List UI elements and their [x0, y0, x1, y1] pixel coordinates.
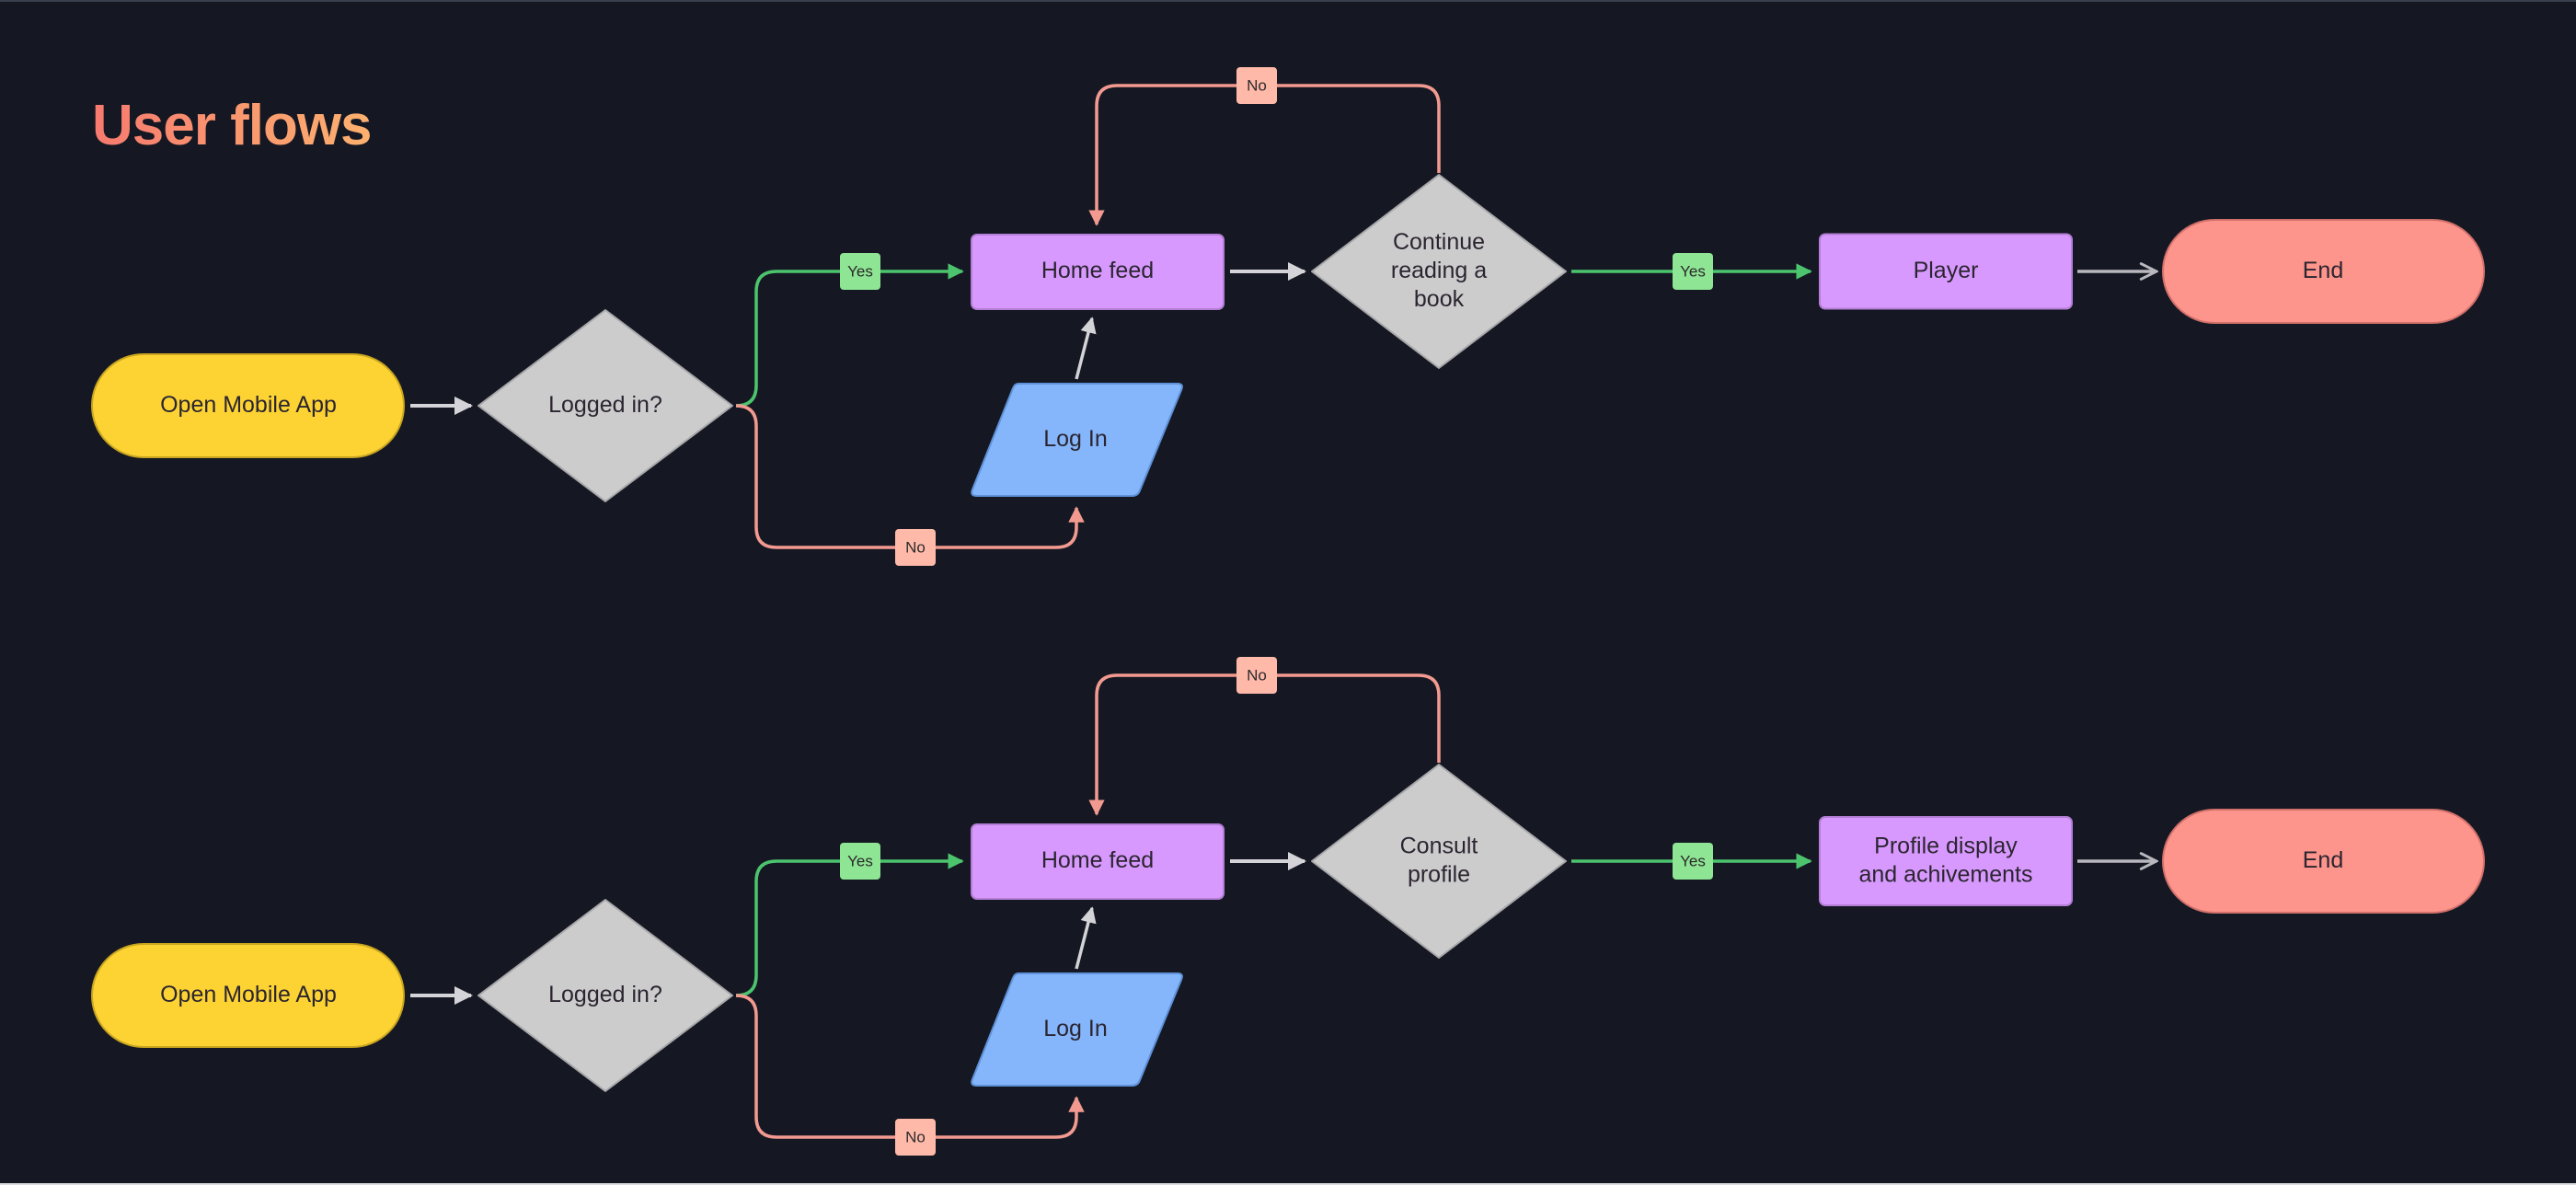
yes-badge-result-text: Yes [1680, 852, 1706, 869]
start-node[interactable]: Open Mobile App [91, 353, 405, 458]
home-feed-label: Home feed [1041, 258, 1154, 283]
result-node[interactable]: Profile display and achivements [1819, 816, 2073, 906]
decision-logged-in[interactable]: Logged in? [477, 899, 733, 1092]
yes-badge[interactable]: Yes [840, 253, 880, 290]
home-feed-node[interactable]: Home feed [971, 234, 1225, 310]
end-node-label: End [2303, 847, 2343, 873]
decision-logged-in[interactable]: Logged in? [477, 309, 733, 502]
login-label: Log In [1043, 426, 1108, 452]
no-loop-badge[interactable]: No [1236, 67, 1277, 104]
connector-login-to-home [1075, 906, 1097, 970]
home-feed-node[interactable]: Home feed [971, 823, 1225, 900]
login-label: Log In [1043, 1016, 1108, 1041]
connector-login-to-home [1075, 316, 1097, 380]
no-badge[interactable]: No [895, 1119, 936, 1156]
start-node[interactable]: Open Mobile App [91, 943, 405, 1048]
yes-badge[interactable]: Yes [840, 843, 880, 880]
login-node[interactable]: Log In [971, 972, 1183, 1087]
yes-badge-text: Yes [847, 262, 873, 280]
yes-badge-result[interactable]: Yes [1673, 253, 1713, 290]
connector-yes-to-home [735, 263, 964, 408]
decision-secondary[interactable]: Continue reading a book [1311, 174, 1567, 369]
start-node-label: Open Mobile App [160, 982, 337, 1007]
start-node-label: Open Mobile App [160, 392, 337, 418]
no-loop-badge-text: No [1247, 666, 1267, 684]
no-badge-text: No [905, 538, 926, 556]
end-node-label: End [2303, 258, 2343, 283]
flow-row-2: Open Mobile App Logged in? Home feed Log In… [91, 657, 2485, 1156]
decision-logged-in-label: Logged in? [548, 392, 662, 418]
end-node[interactable]: End [2162, 219, 2485, 324]
connector-yes-to-home [735, 853, 964, 997]
no-badge-text: No [905, 1128, 926, 1145]
no-badge[interactable]: No [895, 529, 936, 566]
yes-badge-result[interactable]: Yes [1673, 843, 1713, 880]
home-feed-label: Home feed [1041, 847, 1154, 873]
no-loop-badge-text: No [1247, 76, 1267, 94]
flowchart-canvas: Open Mobile App Logged in? Home feed Log In… [91, 67, 2485, 1156]
decision-secondary[interactable]: Consult profile [1311, 764, 1567, 959]
login-node[interactable]: Log In [971, 383, 1183, 497]
yes-badge-result-text: Yes [1680, 262, 1706, 280]
yes-badge-text: Yes [847, 852, 873, 869]
result-node[interactable]: Player [1819, 233, 2073, 310]
no-loop-badge[interactable]: No [1236, 657, 1277, 694]
decision-logged-in-label: Logged in? [548, 982, 662, 1007]
result-node-label: Player [1914, 258, 1979, 283]
end-node[interactable]: End [2162, 809, 2485, 914]
connector-no-loop [1088, 673, 1441, 816]
connector-no-loop [1088, 84, 1441, 226]
flow-row-1: Open Mobile App Logged in? Home feed Log In… [91, 67, 2485, 566]
